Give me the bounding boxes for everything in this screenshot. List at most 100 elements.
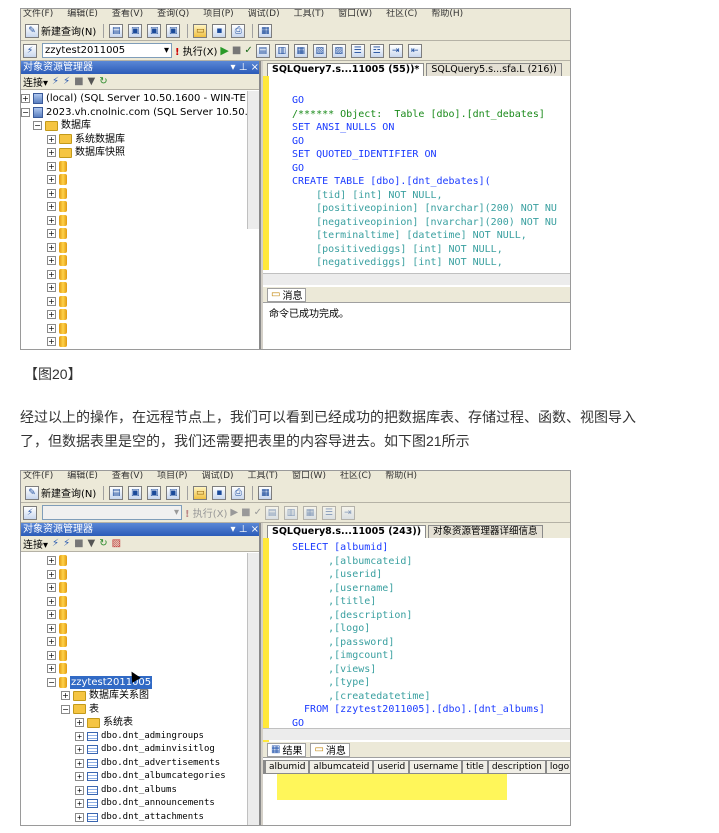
disconnect-icon[interactable]: ⚡ <box>63 538 70 549</box>
column-header[interactable]: logo <box>545 760 570 774</box>
tree-node-database-snapshots[interactable]: + 数据库快照 <box>21 146 259 160</box>
expand-icon[interactable]: + <box>47 664 56 674</box>
uncomment-icon[interactable]: ☲ <box>369 43 384 58</box>
filter-icon[interactable]: ▼ <box>88 76 96 87</box>
tree-node-table[interactable]: + dbo.dnt_albumcategories <box>21 770 259 784</box>
disconnect-icon[interactable]: ⚡ <box>63 76 70 87</box>
stop-icon[interactable]: ■ <box>232 45 241 56</box>
debug-play-icon[interactable]: ▶ <box>230 507 238 518</box>
save-icon[interactable]: ▪ <box>212 23 227 38</box>
open-folder-icon[interactable]: ▭ <box>193 23 208 38</box>
tree-scrollbar[interactable] <box>247 553 259 825</box>
column-header[interactable]: albumid <box>265 760 310 774</box>
results-grid-icon[interactable]: ▦ <box>302 505 317 520</box>
messages-tab[interactable]: ▭ 消息 <box>267 287 307 302</box>
expand-icon[interactable]: + <box>47 323 56 333</box>
print-icon[interactable]: ⎙ <box>231 485 246 500</box>
expand-icon[interactable]: + <box>47 269 56 279</box>
expand-icon[interactable]: + <box>47 175 56 185</box>
tree-node-database[interactable]: + <box>21 241 259 255</box>
document-tab[interactable]: 对象资源管理器详细信息 <box>428 525 543 538</box>
tree-node-database[interactable]: + <box>21 214 259 228</box>
analysis-query-icon[interactable]: ▣ <box>147 23 162 38</box>
connect-dropdown[interactable]: 连接▾ <box>23 74 48 89</box>
messages-tab[interactable]: ▭ 消息 <box>310 742 350 757</box>
parse-check-icon[interactable]: ✓ <box>254 507 262 518</box>
menu-item[interactable]: 查看(V) <box>112 471 143 481</box>
collapse-icon[interactable]: − <box>21 107 30 117</box>
sql-editor[interactable]: GO /****** Object: Table [dbo].[dnt_debat… <box>263 76 570 270</box>
document-tab[interactable]: SQLQuery7.s...11005 (55))* <box>267 63 425 76</box>
tree-node-database[interactable]: + <box>21 281 259 295</box>
expand-icon[interactable]: + <box>75 758 84 768</box>
database-selector[interactable]: ▾ <box>42 505 182 520</box>
tree-node-database[interactable]: + <box>21 295 259 309</box>
print-icon[interactable]: ⎙ <box>231 23 246 38</box>
indent-icon[interactable]: ⇥ <box>340 505 355 520</box>
column-header[interactable]: description <box>487 760 546 774</box>
results-file-icon[interactable]: ▨ <box>331 43 346 58</box>
execute-button[interactable]: ! 执行(X) <box>175 43 217 58</box>
stop-icon[interactable]: ■ <box>241 507 250 518</box>
menu-item[interactable]: 窗口(W) <box>338 9 372 19</box>
expand-icon[interactable]: + <box>47 610 56 620</box>
tree-node-server[interactable]: −2023.vh.cnolnic.com (SQL Server 10.50.1… <box>21 106 259 120</box>
expand-icon[interactable]: + <box>75 785 84 795</box>
tree-node-database[interactable]: + <box>21 173 259 187</box>
tree-node-table[interactable]: + dbo.dnt_admingroups <box>21 730 259 744</box>
tree-node-database[interactable]: + <box>21 335 259 349</box>
tree-node-database[interactable]: + <box>21 200 259 214</box>
save-icon[interactable]: ▪ <box>212 485 227 500</box>
menu-item[interactable]: 查看(V) <box>112 9 143 19</box>
expand-icon[interactable]: + <box>47 583 56 593</box>
menu-item[interactable]: 文件(F) <box>23 9 53 19</box>
expand-icon[interactable]: + <box>47 256 56 266</box>
tree-node-table[interactable]: +dbo.dnt_attachtypes <box>21 824 259 825</box>
database-engine-query-icon[interactable]: ▣ <box>128 485 143 500</box>
collapse-icon[interactable]: − <box>33 121 42 131</box>
tree-node-table[interactable]: + dbo.dnt_attachments <box>21 811 259 825</box>
xml-query-icon[interactable]: ▣ <box>166 23 181 38</box>
connect-dropdown[interactable]: 连接▾ <box>23 536 48 551</box>
document-tab[interactable]: SQLQuery5.s...sfa.L (216)) <box>426 63 562 76</box>
tree-node-database[interactable]: + <box>21 635 259 649</box>
display-plan-icon[interactable]: ▤ <box>264 505 279 520</box>
menu-item[interactable]: 项目(P) <box>203 9 233 19</box>
expand-icon[interactable]: + <box>47 296 56 306</box>
expand-icon[interactable]: + <box>47 242 56 252</box>
menu-item[interactable]: 调试(D) <box>248 9 280 19</box>
tree-node-database[interactable]: + <box>21 187 259 201</box>
parse-check-icon[interactable]: ✓ <box>244 45 252 56</box>
pin-icon[interactable]: ▾ ⊥ × <box>231 523 259 536</box>
tree-node-database[interactable]: + <box>21 608 259 622</box>
menu-item[interactable]: 帮助(H) <box>431 9 463 19</box>
menu-item[interactable]: 编辑(E) <box>67 471 98 481</box>
menu-item[interactable]: 帮助(H) <box>385 471 417 481</box>
sql-editor[interactable]: SELECT [albumid] ,[albumcateid] ,[userid… <box>263 538 570 743</box>
collapse-icon[interactable]: − <box>61 704 70 714</box>
connect-icon[interactable]: ⚡ <box>23 505 37 520</box>
column-header[interactable]: userid <box>373 760 410 774</box>
column-header[interactable]: username <box>409 760 463 774</box>
expand-icon[interactable]: + <box>47 623 56 633</box>
expand-icon[interactable]: + <box>47 596 56 606</box>
results-grid-icon[interactable]: ▦ <box>293 43 308 58</box>
database-engine-query-icon[interactable]: ▣ <box>128 23 143 38</box>
tree-scrollbar[interactable] <box>247 91 259 229</box>
tree-node-database[interactable]: + <box>21 322 259 336</box>
xml-query-icon[interactable]: ▣ <box>166 485 181 500</box>
expand-icon[interactable]: + <box>75 812 84 822</box>
expand-icon[interactable]: + <box>75 745 84 755</box>
comment-icon[interactable]: ☰ <box>350 43 365 58</box>
tree-node-database[interactable]: + <box>21 622 259 636</box>
document-tab[interactable]: SQLQuery8.s...11005 (243)) <box>267 525 427 538</box>
expand-icon[interactable]: + <box>47 229 56 239</box>
open-file-icon[interactable]: ▤ <box>109 23 124 38</box>
results-tab[interactable]: ▦ 结果 <box>267 742 307 757</box>
expand-icon[interactable]: + <box>47 148 56 158</box>
refresh-icon[interactable]: ↻ <box>99 538 107 549</box>
expand-icon[interactable]: + <box>47 188 56 198</box>
expand-icon[interactable]: + <box>47 310 56 320</box>
debug-play-icon[interactable]: ▶ <box>220 44 228 57</box>
query-options-icon[interactable]: ▥ <box>274 43 289 58</box>
